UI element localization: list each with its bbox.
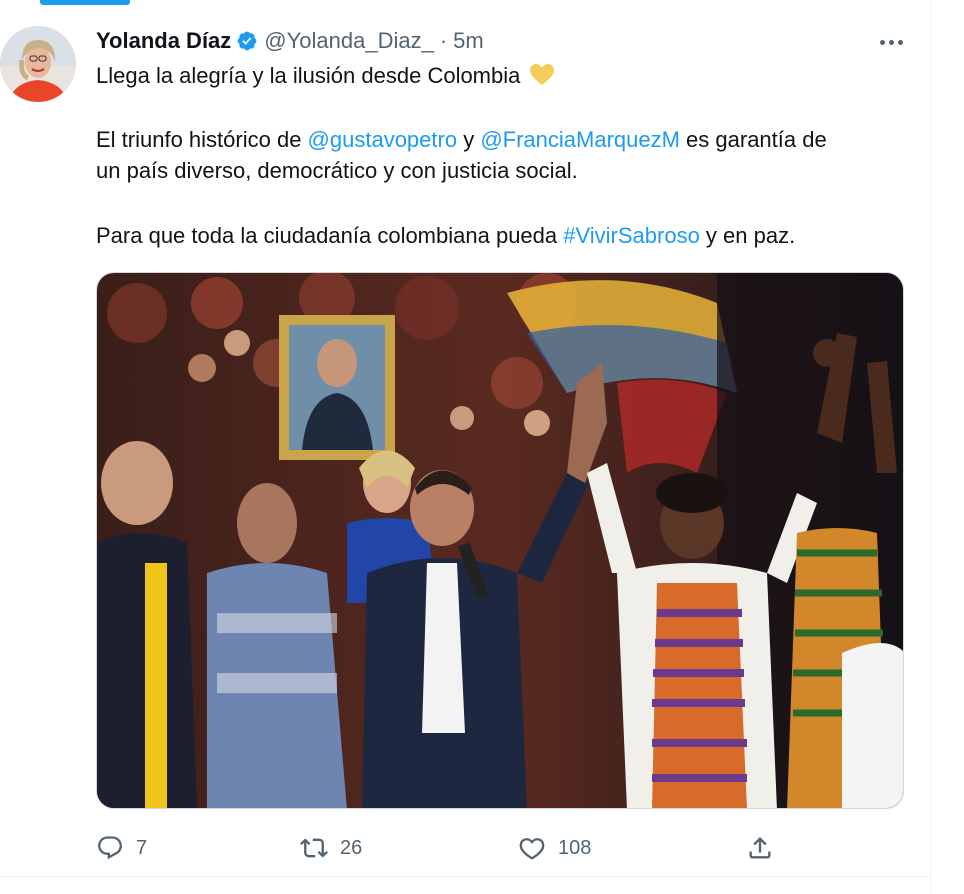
author-handle[interactable]: @Yolanda_Diaz_: [264, 28, 434, 54]
more-dot: [879, 39, 885, 45]
tweet-timestamp[interactable]: 5m: [453, 28, 484, 54]
tweet-line-2-end: es garantía de: [679, 127, 827, 152]
like-icon: [519, 838, 545, 860]
mention-gustavopetro[interactable]: @gustavopetro: [308, 127, 458, 152]
timeline-border: [931, 0, 932, 894]
tweet-line-2: El triunfo histórico de @gustavopetro y …: [96, 124, 827, 155]
more-icon[interactable]: [874, 28, 908, 56]
tweet-line-2-text: El triunfo histórico de: [96, 127, 308, 152]
more-dot: [888, 39, 894, 45]
like-button[interactable]: 108: [518, 830, 591, 866]
tweet-line-2-conjunction: y: [457, 127, 481, 152]
hashtag-vivirsabroso[interactable]: #VivirSabroso: [563, 223, 700, 248]
reply-button[interactable]: 7: [96, 830, 147, 866]
retweet-button[interactable]: 26: [300, 830, 362, 866]
tweet-header: Yolanda Díaz @Yolanda_Diaz_ · 5m: [96, 26, 484, 56]
like-count: 108: [558, 836, 592, 859]
reply-icon: [98, 836, 122, 860]
tweet-line-3: un país diverso, democrático y con justi…: [96, 155, 578, 186]
avatar[interactable]: [0, 26, 76, 102]
separator-dot: ·: [439, 28, 448, 53]
photo-illustration: [97, 273, 903, 808]
share-icon: [749, 837, 771, 859]
yellow-heart-icon: [529, 64, 554, 85]
reply-count: 7: [136, 836, 148, 859]
tweet-line-3-text: un país diverso, democrático y con justi…: [96, 158, 578, 183]
verified-badge-icon: [237, 31, 257, 51]
tweet-divider: [0, 876, 932, 877]
retweet-count: 26: [340, 836, 363, 859]
tweet-line-4: Para que toda la ciudadanía colombiana p…: [96, 220, 795, 251]
top-accent-bar: [40, 0, 130, 5]
tweet-line-1: Llega la alegría y la ilusión desde Colo…: [96, 60, 555, 91]
tweet-actions: 7 26 108: [96, 830, 796, 866]
share-button[interactable]: [746, 830, 774, 866]
more-dot: [897, 39, 903, 45]
author-name[interactable]: Yolanda Díaz: [96, 28, 231, 54]
mention-franciamarquezm[interactable]: @FranciaMarquezM: [480, 127, 680, 152]
tweet-line-4-text: Para que toda la ciudadanía colombiana p…: [96, 223, 564, 248]
retweet-icon: [300, 838, 328, 858]
tweet-line-1-text: Llega la alegría y la ilusión desde Colo…: [96, 63, 521, 88]
tweet-line-4-end: y en paz.: [699, 223, 796, 248]
tweet-photo[interactable]: [96, 272, 904, 809]
